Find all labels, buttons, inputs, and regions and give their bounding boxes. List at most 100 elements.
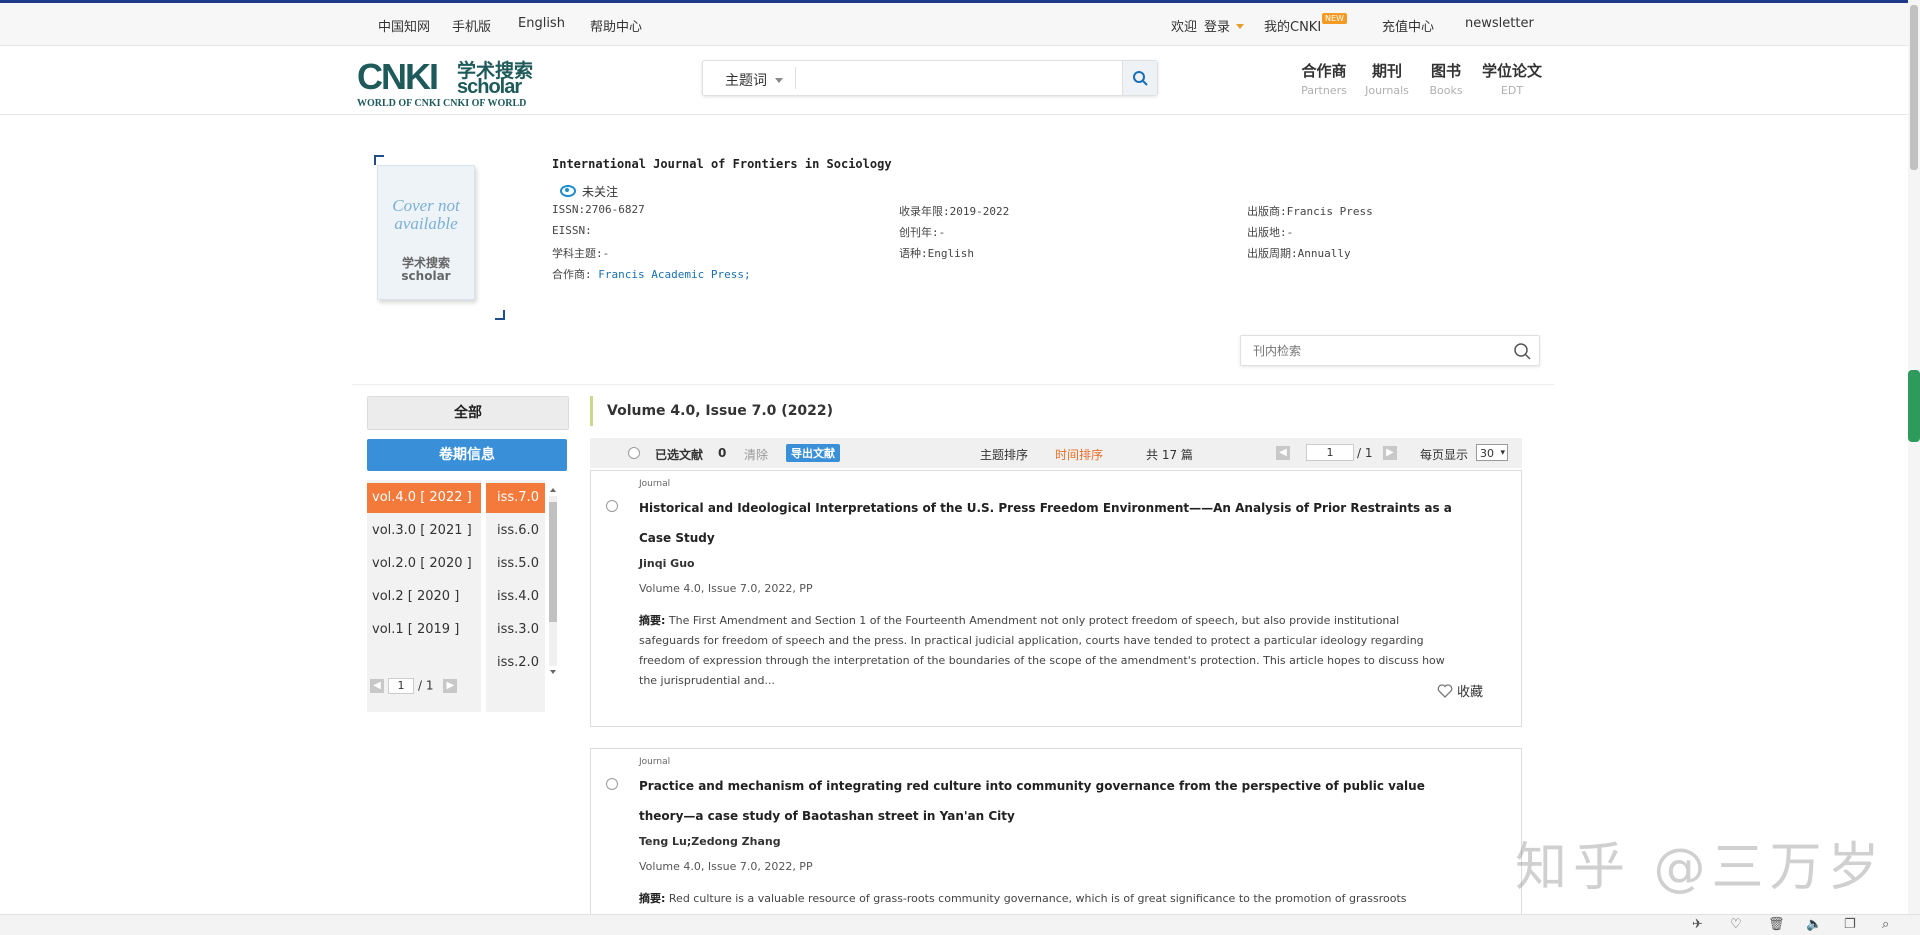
heart-pulse-icon[interactable]: ♡	[1730, 917, 1742, 932]
inner-search	[1240, 335, 1540, 366]
select-all-radio[interactable]	[628, 447, 640, 462]
volume-item[interactable]: vol.3.0 [ 2021 ]	[367, 516, 481, 546]
eissn: EISSN:	[552, 224, 592, 237]
eye-icon	[560, 185, 576, 197]
chevron-down-icon: ▾	[1500, 448, 1505, 458]
volume-item[interactable]: vol.4.0 [ 2022 ]	[367, 483, 481, 513]
article-title[interactable]: Historical and Ideological Interpretatio…	[639, 493, 1469, 553]
issue-item[interactable]: iss.2.0	[486, 648, 545, 678]
cnki-scholar-logo[interactable]: CNKI 学术搜索 scholar WORLD OF CNKI CNKI OF …	[357, 56, 557, 110]
radio-icon	[628, 447, 640, 459]
top-nav: 中国知网 手机版 English 帮助中心 欢迎 登录 我的CNKI NEW 充…	[0, 3, 1908, 46]
nav-edt-zh: 学位论文	[1481, 62, 1542, 80]
partner-label: 合作商:	[552, 268, 592, 281]
recharge-link[interactable]: 充值中心	[1382, 16, 1434, 35]
logo-subtitle: WORLD OF CNKI CNKI OF WORLD	[357, 98, 527, 109]
founded: 创刊年:-	[899, 226, 946, 239]
heart-icon	[1437, 684, 1453, 698]
divider	[352, 384, 1554, 385]
volume-item[interactable]: vol.1 [ 2019 ]	[367, 615, 481, 645]
window-icon[interactable]: ❐	[1844, 917, 1856, 932]
abstract-label: 摘要:	[639, 892, 666, 905]
nav-journals-en: Journals	[1365, 84, 1409, 97]
article-authors[interactable]: Jinqi Guo	[639, 557, 695, 570]
partner-link[interactable]: Francis Academic Press;	[598, 268, 750, 281]
favorite-button[interactable]: 收藏	[1437, 681, 1483, 700]
main-search: 主题词	[702, 60, 1158, 96]
nav-journals[interactable]: 期刊 Journals	[1363, 60, 1411, 97]
article-volume-info: Volume 4.0, Issue 7.0, 2022, PP	[639, 582, 813, 595]
sort-subject[interactable]: 主题排序	[980, 446, 1028, 463]
sort-time[interactable]: 时间排序	[1055, 446, 1103, 463]
volume-issue-title: Volume 4.0, Issue 7.0 (2022)	[590, 396, 833, 426]
issue-item[interactable]: iss.7.0	[486, 483, 545, 513]
page-scrollbar[interactable]	[1908, 0, 1920, 914]
trash-icon[interactable]: 🗑	[1768, 917, 1785, 932]
page-scroll-thumb[interactable]	[1910, 5, 1918, 170]
years: 收录年限:2019-2022	[899, 205, 1010, 218]
nav-books-zh: 图书	[1430, 62, 1461, 80]
nav-edt[interactable]: 学位论文 EDT	[1480, 60, 1544, 97]
logo-scholar: scholar	[457, 76, 522, 98]
my-cnki-link[interactable]: 我的CNKI	[1264, 16, 1321, 35]
issue-item[interactable]: iss.6.0	[486, 516, 545, 546]
article-select-radio[interactable]	[606, 500, 618, 512]
export-button[interactable]: 导出文献	[786, 444, 840, 462]
prev-page-button[interactable]: ◀	[370, 679, 384, 693]
nav-link-cnki[interactable]: 中国知网	[378, 16, 430, 35]
nav-partners[interactable]: 合作商 Partners	[1300, 60, 1348, 97]
newsletter-link[interactable]: newsletter	[1465, 16, 1534, 31]
inner-search-input[interactable]	[1251, 340, 1495, 362]
side-widget[interactable]	[1908, 370, 1920, 442]
nav-link-help[interactable]: 帮助中心	[590, 16, 642, 35]
issue-scrollbar[interactable]	[548, 484, 558, 678]
nav-link-mobile[interactable]: 手机版	[452, 16, 491, 35]
search-icon[interactable]: ⌕	[1882, 917, 1889, 932]
search-button[interactable]	[1122, 61, 1157, 95]
article-select-radio[interactable]	[606, 778, 618, 790]
scroll-up-icon	[550, 488, 556, 492]
article-authors[interactable]: Teng Lu;Zedong Zhang	[639, 835, 781, 848]
search-field-select[interactable]: 主题词	[725, 70, 783, 90]
login-label: 登录	[1204, 20, 1231, 35]
article-card: Journal Practice and mechanism of integr…	[590, 748, 1522, 925]
issue-item[interactable]: iss.5.0	[486, 549, 545, 579]
clear-button[interactable]: 清除	[744, 446, 768, 463]
page-input[interactable]: 1	[388, 678, 414, 694]
volume-pager: ◀ 1 / 1 ▶	[370, 678, 458, 694]
rocket-icon[interactable]: ✈	[1692, 917, 1703, 932]
nav-books[interactable]: 图书 Books	[1425, 60, 1467, 97]
volume-item[interactable]: vol.2.0 [ 2020 ]	[367, 549, 481, 579]
nav-partners-en: Partners	[1301, 84, 1347, 97]
search-input[interactable]	[799, 63, 1103, 93]
page-input[interactable]: 1	[1306, 444, 1354, 461]
issue-item[interactable]: iss.3.0	[486, 615, 545, 645]
prev-page-button[interactable]: ◀	[1276, 445, 1290, 460]
next-page-button[interactable]: ▶	[443, 679, 458, 693]
article-title[interactable]: Practice and mechanism of integrating re…	[639, 771, 1469, 831]
header: CNKI 学术搜索 scholar WORLD OF CNKI CNKI OF …	[0, 46, 1908, 115]
volume-item[interactable]: vol.2 [ 2020 ]	[367, 582, 481, 612]
search-icon	[1514, 343, 1531, 360]
search-field-label: 主题词	[725, 73, 767, 89]
article-type: Journal	[639, 479, 671, 489]
nav-books-en: Books	[1429, 84, 1463, 97]
search-divider	[795, 67, 796, 89]
login-dropdown[interactable]: 登录	[1204, 16, 1245, 35]
speaker-icon[interactable]: 🔈	[1806, 917, 1822, 932]
page-total: / 1	[418, 678, 434, 693]
article-card: Journal Historical and Ideological Inter…	[590, 470, 1522, 727]
next-page-button[interactable]: ▶	[1383, 445, 1397, 460]
inner-search-button[interactable]	[1513, 342, 1531, 364]
logo-cnki: CNKI	[357, 56, 439, 97]
tab-all[interactable]: 全部	[367, 396, 569, 430]
tab-volume-info[interactable]: 卷期信息	[367, 439, 567, 471]
scroll-thumb[interactable]	[549, 502, 557, 622]
per-page-select[interactable]: 30 ▾	[1476, 444, 1508, 461]
nav-link-english[interactable]: English	[518, 16, 565, 31]
follow-button[interactable]: 未关注	[560, 183, 618, 200]
selected-label: 已选文献	[655, 448, 704, 462]
chevron-down-icon	[1236, 24, 1245, 29]
result-total: 共 17 篇	[1146, 448, 1193, 462]
issue-item[interactable]: iss.4.0	[486, 582, 545, 612]
